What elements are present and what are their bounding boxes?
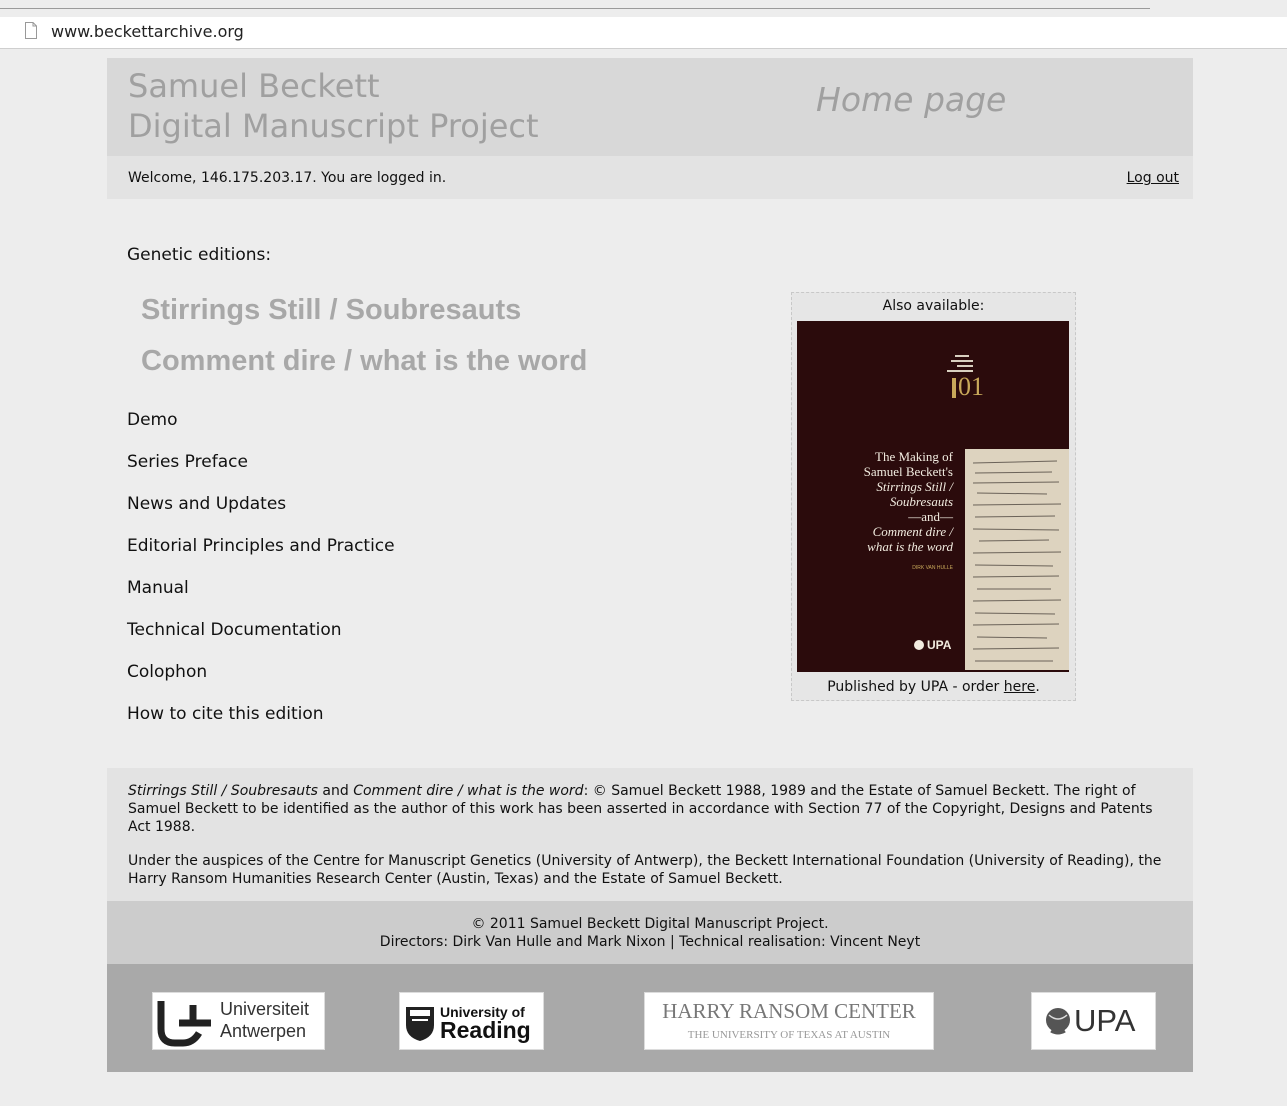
credits-bar: © 2011 Samuel Beckett Digital Manuscript…	[107, 901, 1193, 964]
copyright-title-stirrings: Stirrings Still / Soubresauts	[128, 783, 318, 799]
site-header: Samuel Beckett Digital Manuscript Projec…	[107, 58, 1193, 156]
page-icon	[25, 22, 37, 39]
site-title-line2: Digital Manuscript Project	[128, 107, 539, 145]
order-here-link[interactable]: here	[1004, 679, 1036, 695]
also-footer-suffix: .	[1035, 679, 1040, 695]
also-available-title: Also available:	[882, 298, 985, 314]
also-footer-prefix: Published by UPA - order	[827, 679, 1004, 695]
ransom-logo-icon: HARRY RANSOM CENTER THE UNIVERSITY OF TE…	[662, 999, 916, 1041]
logo-university-of-reading[interactable]: University of Reading	[399, 992, 544, 1050]
nav-item-demo[interactable]: Demo	[127, 410, 395, 452]
cover-title-line3: Stirrings Still /	[876, 479, 954, 494]
cover-publisher: UPA	[927, 638, 952, 652]
partner-logos-bar: Universiteit Antwerpen University of Rea…	[107, 964, 1193, 1072]
book-cover-art: 01 The Making of Samuel Beckett's Stirri…	[797, 321, 1069, 672]
nav-item-manual[interactable]: Manual	[127, 578, 395, 620]
nav-item-how-to-cite[interactable]: How to cite this edition	[127, 704, 395, 746]
edition-link-comment-dire[interactable]: Comment dire / what is the word	[141, 345, 587, 378]
antwerpen-logo-line2: Antwerpen	[220, 1021, 306, 1041]
ransom-logo-line2: THE UNIVERSITY OF TEXAS AT AUSTIN	[688, 1029, 890, 1041]
site-title[interactable]: Samuel Beckett Digital Manuscript Projec…	[128, 66, 539, 146]
cover-title-line1: The Making of	[875, 449, 954, 464]
logo-harry-ransom-center[interactable]: HARRY RANSOM CENTER THE UNIVERSITY OF TE…	[644, 992, 934, 1050]
copyright-notice: Stirrings Still / Soubresauts and Commen…	[128, 782, 1173, 836]
cover-title-line6: Comment dire /	[873, 524, 955, 539]
logo-upa[interactable]: UPA	[1031, 992, 1156, 1050]
logout-link[interactable]: Log out	[1127, 170, 1179, 186]
reading-logo-line2: Reading	[440, 1017, 531, 1043]
cover-title-line4: Soubresauts	[890, 494, 953, 509]
logo-universiteit-antwerpen[interactable]: Universiteit Antwerpen	[152, 992, 325, 1050]
url-text[interactable]: www.beckettarchive.org	[51, 22, 244, 41]
credits-line2: Directors: Dirk Van Hulle and Mark Nixon…	[379, 934, 921, 950]
copyright-title-comment-dire: Comment dire / what is the word	[353, 783, 584, 799]
also-available-box: Also available: 01 The Making of Samuel …	[791, 292, 1076, 701]
antwerpen-logo-line1: Universiteit	[220, 999, 309, 1019]
page-heading: Home page	[816, 80, 1007, 119]
edition-link-stirrings-still[interactable]: Stirrings Still / Soubresauts	[141, 294, 521, 327]
browser-url-bar[interactable]: www.beckettarchive.org	[0, 17, 1287, 49]
cover-title-line5: —and—	[907, 509, 954, 524]
site-container: Samuel Beckett Digital Manuscript Projec…	[107, 58, 1193, 1072]
copyright-and: and	[317, 783, 354, 799]
cover-title-line7: what is the word	[867, 539, 953, 554]
welcome-bar: Welcome, 146.175.203.17. You are logged …	[107, 156, 1193, 199]
site-title-line1: Samuel Beckett	[128, 67, 380, 105]
book-cover-image[interactable]: 01 The Making of Samuel Beckett's Stirri…	[797, 321, 1069, 672]
nav-item-news-updates[interactable]: News and Updates	[127, 494, 395, 536]
browser-top-line	[0, 8, 1150, 9]
cover-title-line2: Samuel Beckett's	[864, 464, 953, 479]
nav-item-technical-documentation[interactable]: Technical Documentation	[127, 620, 395, 662]
nav-item-series-preface[interactable]: Series Preface	[127, 452, 395, 494]
nav-item-colophon[interactable]: Colophon	[127, 662, 395, 704]
upa-globe-icon	[914, 640, 924, 650]
genetic-editions-label: Genetic editions:	[127, 245, 272, 265]
copyright-area: Stirrings Still / Soubresauts and Commen…	[107, 768, 1193, 901]
antwerpen-logo-icon: Universiteit Antwerpen	[157, 999, 309, 1047]
welcome-text: Welcome, 146.175.203.17. You are logged …	[128, 170, 447, 186]
nav-item-editorial-principles[interactable]: Editorial Principles and Practice	[127, 536, 395, 578]
ransom-logo-line1: HARRY RANSOM CENTER	[662, 999, 916, 1023]
auspices-notice: Under the auspices of the Centre for Man…	[128, 853, 1162, 887]
credits-line1: © 2011 Samuel Beckett Digital Manuscript…	[471, 916, 829, 932]
main-content: Genetic editions: Stirrings Still / Soub…	[107, 199, 1193, 768]
reading-logo-icon: University of Reading	[406, 1004, 531, 1043]
also-available-footer: Published by UPA - order here.	[792, 679, 1075, 695]
upa-logo-text: UPA	[1074, 1003, 1136, 1038]
upa-logo-icon: UPA	[1046, 1003, 1136, 1038]
cover-author: DIRK VAN HULLE	[912, 565, 953, 571]
nav-list: Demo Series Preface News and Updates Edi…	[127, 410, 395, 746]
cover-series-number: 01	[958, 372, 984, 401]
